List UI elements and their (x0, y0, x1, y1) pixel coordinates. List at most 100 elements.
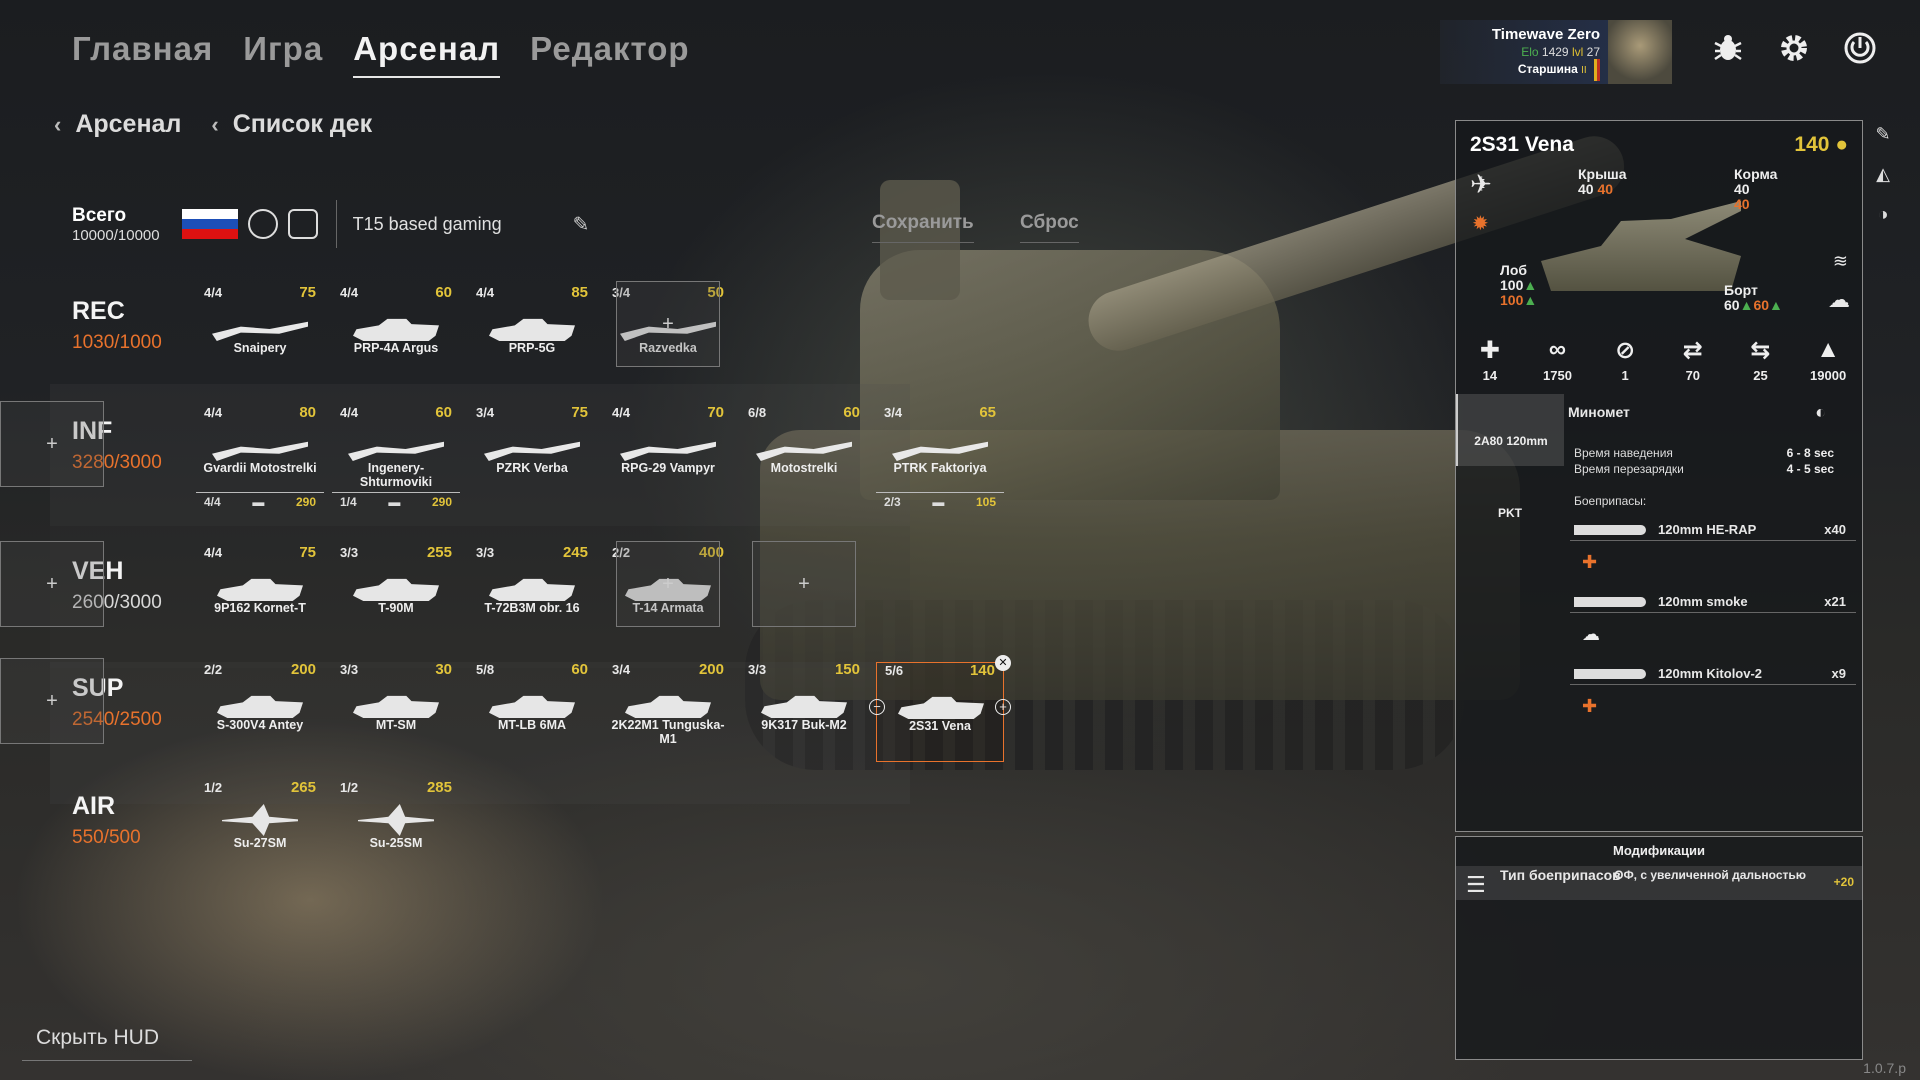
fire-mode-icon[interactable]: ◐ (1815, 402, 1826, 423)
unit-card[interactable]: 3/3 255 T-90M (332, 544, 460, 645)
divider (335, 200, 337, 248)
unit-card[interactable]: 6/8 60 Motostrelki (740, 404, 868, 505)
empty-slot[interactable]: + (0, 401, 104, 487)
tab-main[interactable]: Главная (72, 30, 213, 78)
chevron-left-icon: ‹ (54, 111, 62, 137)
armor-rear-label: Корма (1734, 166, 1778, 182)
remove-unit-icon[interactable]: ✕ (995, 655, 1011, 671)
weapon-tab-main[interactable]: 2A80 120mm (1456, 394, 1564, 466)
vehicle-icon (489, 318, 575, 341)
empty-slot[interactable]: + (616, 541, 720, 627)
unit-availability: 4/4 (612, 405, 631, 420)
unit-cost: 75 (299, 284, 316, 301)
aim-time-label: Время наведения (1574, 446, 1673, 460)
unit-cost: 140 ● (1794, 133, 1848, 157)
armor-side-mod: 60 (1753, 297, 1770, 313)
road-speed-icon: ⇄ (1682, 337, 1703, 364)
unit-cost: 140 (969, 662, 995, 679)
unit-title: 2S31 Vena (1470, 133, 1574, 156)
paint-bucket-icon[interactable]: ◭ (1868, 164, 1898, 190)
divider (1570, 612, 1856, 613)
divider (1570, 684, 1856, 685)
breadcrumb-arsenal[interactable]: ‹ Арсенал (54, 110, 181, 139)
shell-icon (1574, 669, 1646, 679)
breadcrumb-deck-list[interactable]: ‹ Список дек (211, 110, 372, 139)
unit-availability: 6/8 (748, 405, 767, 420)
unit-silhouette (482, 307, 582, 341)
stat-binoculars: ∞ 1750 (1527, 336, 1587, 383)
ammo-count: x21 (1824, 594, 1846, 609)
reset-button[interactable]: Сброс (1020, 212, 1079, 243)
power-icon[interactable] (1842, 30, 1878, 66)
gear-icon[interactable] (1776, 30, 1812, 66)
armor-side-label: Борт (1724, 282, 1758, 298)
side-tools: ✎ ◭ ◑ (1868, 124, 1898, 230)
stat-value: 1 (1621, 368, 1629, 383)
user-stats: Elo 1429 lvl 27 (1440, 45, 1600, 59)
ammo-row[interactable]: 120mm Kitolov-2 x9 ✚ (1570, 666, 1856, 716)
weapon-tab-pkt[interactable]: PKT (1456, 466, 1564, 538)
unit-card[interactable]: 3/4 200 2K22M1 Tunguska-M1 (604, 661, 732, 762)
unit-card[interactable]: 2/2 200 S-300V4 Antey (196, 661, 324, 762)
armor-side: Борт 60▲60▲ (1724, 283, 1783, 313)
increase-icon[interactable]: + (995, 699, 1011, 715)
decrease-icon[interactable]: − (869, 699, 885, 715)
vehicle-icon (353, 578, 439, 601)
unit-card[interactable]: 1/2 265 Su-27SM (196, 779, 324, 880)
ammo-row[interactable]: 120mm smoke x21 ☁ (1570, 594, 1856, 644)
tab-editor[interactable]: Редактор (530, 30, 689, 78)
empty-slot[interactable]: + (752, 541, 856, 627)
hide-hud-button[interactable]: Скрыть HUD (36, 1026, 159, 1050)
unit-silhouette (210, 307, 310, 341)
unit-card[interactable]: 3/4 65 PTRK Faktoriya 2/3 ▬ 105 (876, 404, 1004, 509)
bug-report-icon[interactable] (1710, 30, 1746, 66)
unit-card[interactable]: 5/6 140 2S31 Vena ✕ − + (869, 655, 1011, 762)
tab-arsenal[interactable]: Арсенал (353, 30, 501, 78)
unit-card[interactable]: 4/4 75 Snaipery (196, 284, 324, 385)
unit-name: MT-SM (375, 718, 417, 732)
amphibious-icon: ≋ (1832, 251, 1848, 271)
unit-availability: 4/4 (204, 545, 223, 560)
modification-row[interactable]: ☰ Тип боеприпасов ОФ, с увеличенной даль… (1456, 866, 1862, 900)
unit-card[interactable]: 3/3 30 MT-SM (332, 661, 460, 762)
unit-card[interactable]: 4/4 75 9P162 Kornet-T (196, 544, 324, 645)
unit-silhouette (346, 802, 446, 836)
pin-icon[interactable]: ✎ (1868, 124, 1898, 150)
toggle-icon[interactable]: ◑ (1868, 204, 1898, 230)
elo-value: 1429 (1541, 45, 1569, 59)
modifications-title: Модификации (1613, 843, 1705, 858)
unit-card[interactable]: 1/2 285 Su-25SM (332, 779, 460, 880)
unit-silhouette (754, 427, 854, 461)
divider (22, 1060, 192, 1061)
unit-availability: 3/4 (612, 662, 631, 677)
unit-availability: 3/4 (476, 405, 495, 420)
up-arrow-icon: ▲ (1523, 292, 1538, 308)
ammo-row[interactable]: 120mm HE-RAP x40 ✚ (1570, 522, 1856, 572)
user-card[interactable]: Timewave Zero Elo 1429 lvl 27 Старшина I… (1440, 20, 1672, 84)
unit-card[interactable]: 4/4 80 Gvardii Motostrelki 4/4 ▬ 290 (196, 404, 324, 509)
empty-slot[interactable]: + (616, 281, 720, 367)
unit-silhouette (754, 684, 854, 718)
unit-card[interactable]: 5/8 60 MT-LB 6MA (468, 661, 596, 762)
tab-game[interactable]: Игра (243, 30, 323, 78)
unit-card[interactable]: 4/4 60 PRP-4A Argus (332, 284, 460, 385)
save-button[interactable]: Сохранить (872, 212, 974, 243)
transport-row: 1/4 ▬ 290 (332, 492, 460, 509)
unit-card[interactable]: 3/3 150 9K317 Buk-M2 (740, 661, 868, 762)
unit-cost: 75 (299, 544, 316, 561)
empty-slot[interactable]: + (0, 541, 104, 627)
unit-card[interactable]: 3/3 245 T-72B3M obr. 16 (468, 544, 596, 645)
edit-name-icon[interactable]: ✎ (573, 212, 590, 237)
category-points: 1030/1000 (72, 332, 162, 353)
empty-slot[interactable]: + (0, 658, 104, 744)
unit-name: 2S31 Vena (909, 719, 971, 733)
unit-card[interactable]: 3/4 75 PZRK Verba (468, 404, 596, 505)
elo-label: Elo (1521, 45, 1539, 59)
unit-card[interactable]: 4/4 60 Ingenery-Shturmoviki 1/4 ▬ 290 (332, 404, 460, 509)
level-label: lvl (1571, 45, 1584, 59)
vehicle-icon (625, 695, 711, 718)
unit-card[interactable]: 4/4 70 RPG-29 Vampyr (604, 404, 732, 505)
unit-cost: 285 (426, 779, 452, 796)
unit-card[interactable]: 4/4 85 PRP-5G (468, 284, 596, 385)
ammo-count: x40 (1824, 522, 1846, 537)
